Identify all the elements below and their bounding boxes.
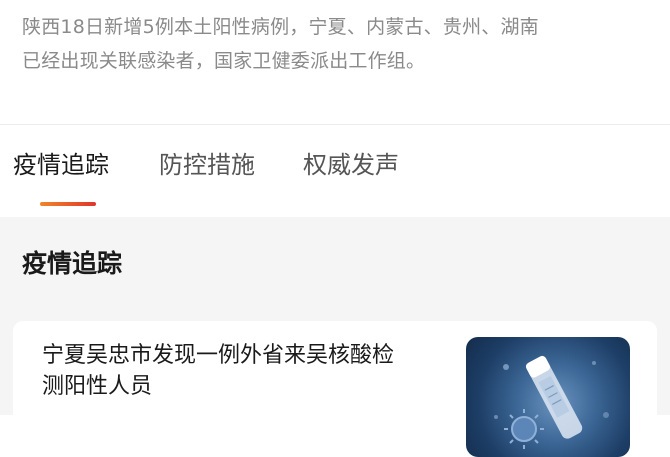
virus-test-tube-image xyxy=(494,355,609,449)
active-tab-indicator xyxy=(40,202,96,206)
tab-epidemic-tracking[interactable]: 疫情追踪 xyxy=(13,148,109,182)
section-title: 疫情追踪 xyxy=(22,249,123,278)
news-title: 宁夏吴忠市发现一例外省来吴核酸检 测阳性人员 xyxy=(42,340,462,402)
tab-authoritative-voice[interactable]: 权威发声 xyxy=(303,148,399,182)
intro-text: 陕西18日新增5例本土阳性病例，宁夏、内蒙古、贵州、湖南 已经出现关联感染者，国… xyxy=(22,10,652,78)
tab-prevention-measures[interactable]: 防控措施 xyxy=(159,148,255,182)
news-title-line-2: 测阳性人员 xyxy=(42,374,153,399)
news-title-line-1: 宁夏吴忠市发现一例外省来吴核酸检 xyxy=(42,343,395,368)
intro-line-1: 陕西18日新增5例本土阳性病例，宁夏、内蒙古、贵州、湖南 xyxy=(22,16,539,38)
intro-line-2: 已经出现关联感染者，国家卫健委派出工作组。 xyxy=(22,50,426,72)
news-card[interactable]: 宁夏吴忠市发现一例外省来吴核酸检 测阳性人员 xyxy=(13,321,657,457)
tab-bar: 疫情追踪 防控措施 权威发声 xyxy=(0,125,670,217)
news-thumbnail xyxy=(466,337,630,457)
content-area: 疫情追踪 宁夏吴忠市发现一例外省来吴核酸检 测阳性人员 xyxy=(0,217,670,457)
intro-summary: 陕西18日新增5例本土阳性病例，宁夏、内蒙古、贵州、湖南 已经出现关联感染者，国… xyxy=(0,0,670,125)
